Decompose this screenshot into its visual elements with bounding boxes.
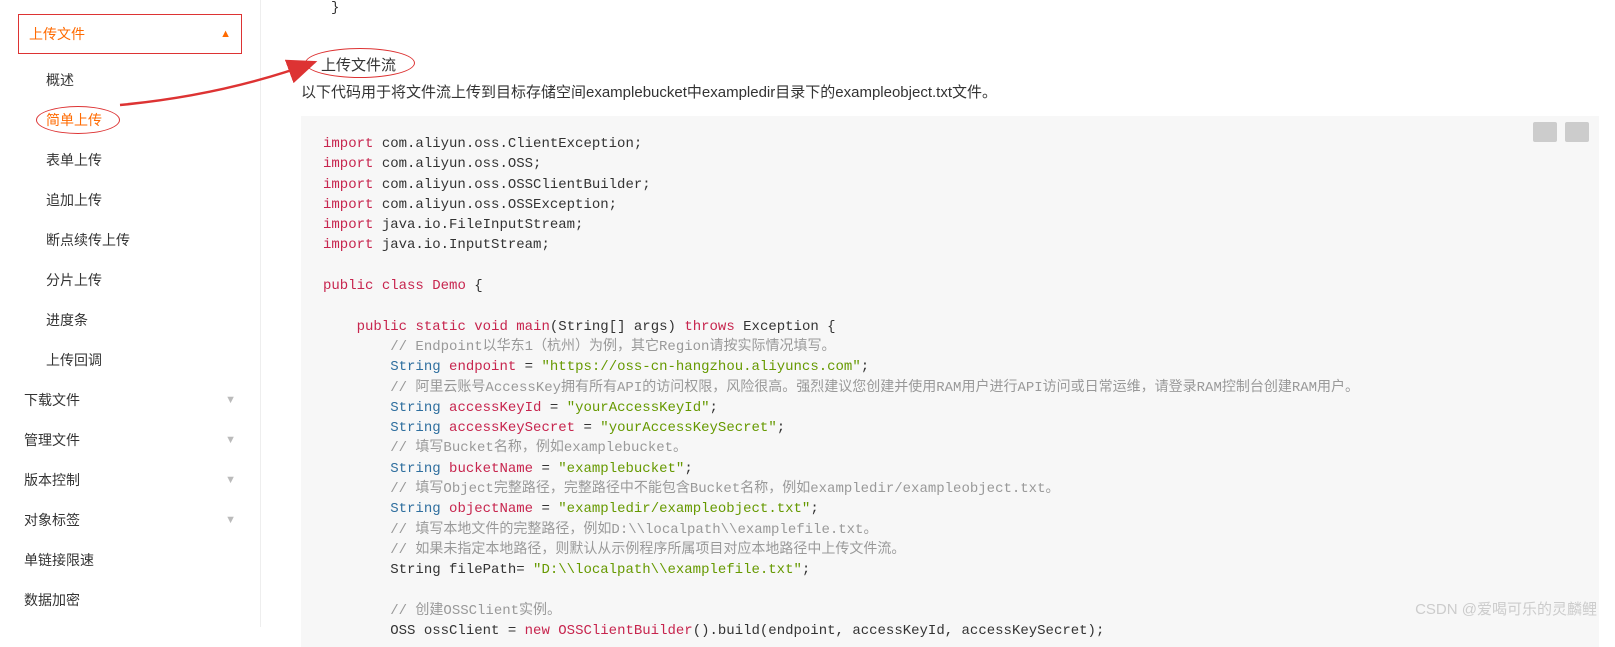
- nav-group-version[interactable]: 版本控制 ▼: [0, 460, 260, 500]
- nav-item-simple-upload[interactable]: 简单上传: [0, 100, 260, 140]
- code-line: String bucketName = "examplebucket";: [323, 459, 1577, 479]
- chevron-up-icon: ▲: [220, 28, 231, 40]
- code-line: String filePath= "D:\\localpath\\example…: [323, 560, 1577, 580]
- section-header: 上传文件流: [301, 54, 1615, 75]
- chevron-down-icon: ▼: [225, 434, 236, 446]
- nav-group-speed[interactable]: 单链接限速: [0, 540, 260, 580]
- code-block: import com.aliyun.oss.ClientException; i…: [301, 116, 1599, 647]
- nav-group-manage[interactable]: 管理文件 ▼: [0, 420, 260, 460]
- nav-item-append-upload[interactable]: 追加上传: [0, 180, 260, 220]
- code-line: public static void main(String[] args) t…: [323, 317, 1577, 337]
- section-title: 上传文件流: [321, 54, 396, 75]
- code-line: String accessKeySecret = "yourAccessKeyS…: [323, 418, 1577, 438]
- nav-group-tag[interactable]: 对象标签 ▼: [0, 500, 260, 540]
- toggle-theme-button[interactable]: [1533, 122, 1557, 142]
- nav-item-overview[interactable]: 概述: [0, 60, 260, 100]
- nav-group-encrypt[interactable]: 数据加密: [0, 580, 260, 620]
- nav-group-upload[interactable]: 上传文件 ▲: [18, 14, 242, 54]
- chevron-down-icon: ▼: [225, 474, 236, 486]
- code-line: [323, 581, 1577, 601]
- section-desc: 以下代码用于将文件流上传到目标存储空间examplebucket中example…: [301, 81, 1615, 102]
- code-line: import com.aliyun.oss.ClientException;: [323, 134, 1577, 154]
- nav-group-upload-label: 上传文件: [29, 24, 85, 44]
- code-line: // 填写Bucket名称，例如examplebucket。: [323, 438, 1577, 458]
- code-line: OSS ossClient = new OSSClientBuilder().b…: [323, 621, 1577, 641]
- code-line: public class Demo {: [323, 276, 1577, 296]
- bullet-icon: [301, 62, 307, 68]
- code-line: import java.io.InputStream;: [323, 235, 1577, 255]
- nav-item-resume-upload[interactable]: 断点续传上传: [0, 220, 260, 260]
- code-line: // 填写本地文件的完整路径，例如D:\\localpath\\examplef…: [323, 520, 1577, 540]
- code-line: String accessKeyId = "yourAccessKeyId";: [323, 398, 1577, 418]
- copy-button[interactable]: [1565, 122, 1589, 142]
- code-line: import com.aliyun.oss.OSSClientBuilder;: [323, 175, 1577, 195]
- code-actions: [1533, 122, 1589, 142]
- sidebar: 上传文件 ▲ 概述 简单上传 表单上传 追加上传 断点续传上传 分片上传 进度条…: [0, 0, 260, 627]
- nav-item-form-upload[interactable]: 表单上传: [0, 140, 260, 180]
- nav-item-progress[interactable]: 进度条: [0, 300, 260, 340]
- code-line: // Endpoint以华东1（杭州）为例，其它Region请按实际情况填写。: [323, 337, 1577, 357]
- code-line: // 阿里云账号AccessKey拥有所有API的访问权限，风险很高。强烈建议您…: [323, 378, 1577, 398]
- chevron-down-icon: ▼: [225, 394, 236, 406]
- code-line: // 填写Object完整路径，完整路径中不能包含Bucket名称，例如exam…: [323, 479, 1577, 499]
- prev-code-end: }: [301, 0, 1615, 24]
- nav-item-multipart-upload[interactable]: 分片上传: [0, 260, 260, 300]
- code-line: import com.aliyun.oss.OSSException;: [323, 195, 1577, 215]
- nav-group-download[interactable]: 下载文件 ▼: [0, 380, 260, 420]
- code-line: import com.aliyun.oss.OSS;: [323, 154, 1577, 174]
- code-line: String objectName = "exampledir/exampleo…: [323, 499, 1577, 519]
- code-line: // 创建OSSClient实例。: [323, 601, 1577, 621]
- chevron-down-icon: ▼: [225, 514, 236, 526]
- content: } 上传文件流 以下代码用于将文件流上传到目标存储空间examplebucket…: [260, 0, 1615, 627]
- code-line: import java.io.FileInputStream;: [323, 215, 1577, 235]
- code-line: String endpoint = "https://oss-cn-hangzh…: [323, 357, 1577, 377]
- code-line: [323, 256, 1577, 276]
- code-line: [323, 296, 1577, 316]
- nav-item-callback[interactable]: 上传回调: [0, 340, 260, 380]
- nav-sub-upload: 概述 简单上传 表单上传 追加上传 断点续传上传 分片上传 进度条 上传回调: [0, 60, 260, 380]
- code-line: // 如果未指定本地路径，则默认从示例程序所属项目对应本地路径中上传文件流。: [323, 540, 1577, 560]
